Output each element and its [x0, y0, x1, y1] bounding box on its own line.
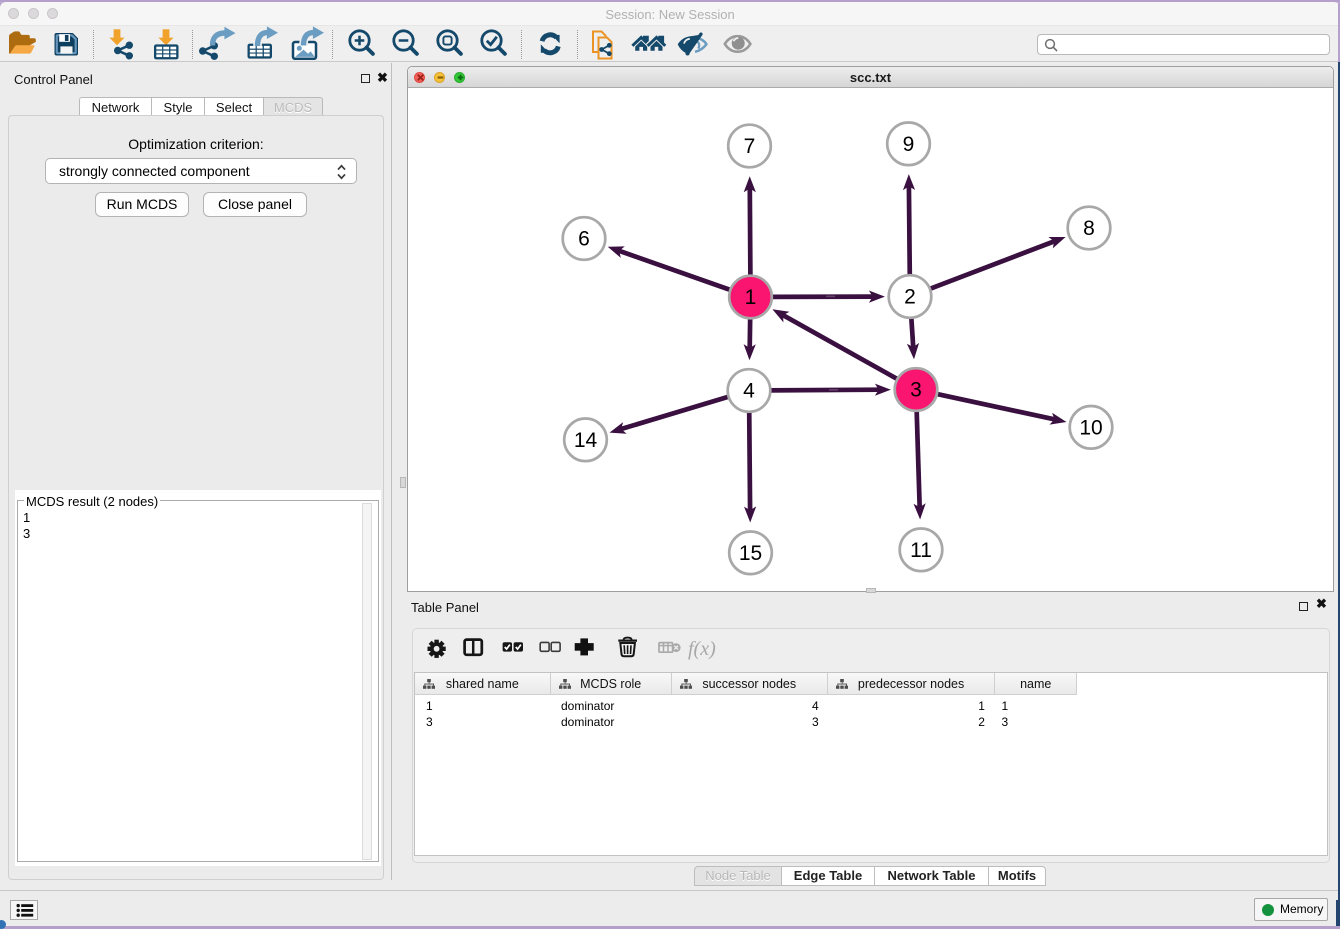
svg-text:1: 1: [745, 286, 757, 309]
svg-text:14: 14: [574, 429, 598, 452]
svg-text:8: 8: [1083, 217, 1095, 240]
svg-text:f(x): f(x): [688, 638, 716, 660]
svg-text:15: 15: [739, 542, 762, 565]
svg-text:6: 6: [578, 228, 590, 251]
svg-text:3: 3: [910, 379, 922, 402]
svg-text:2: 2: [904, 286, 916, 309]
svg-text:9: 9: [903, 133, 915, 156]
svg-text:11: 11: [910, 539, 932, 562]
svg-text:10: 10: [1079, 416, 1102, 439]
svg-text:7: 7: [744, 135, 756, 158]
svg-text:4: 4: [743, 380, 755, 403]
